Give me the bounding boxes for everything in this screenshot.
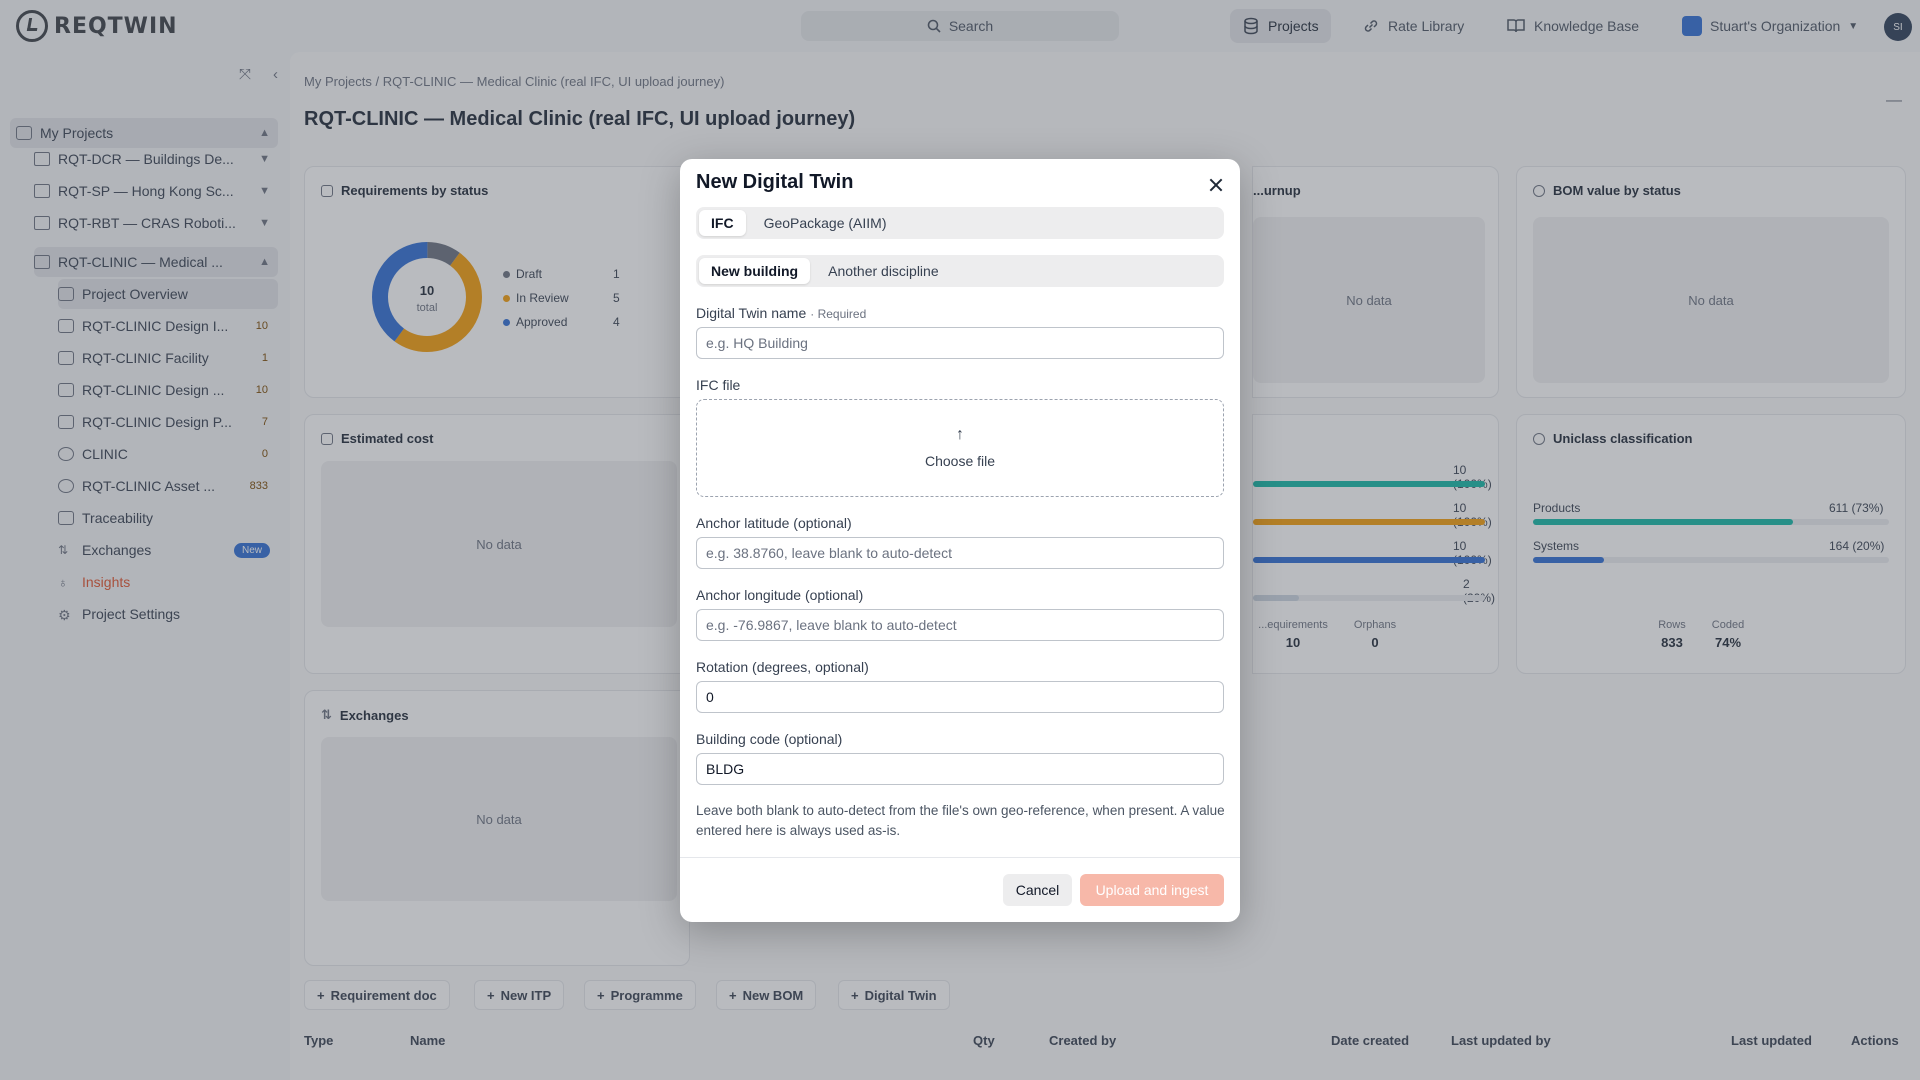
ifc-file-label: IFC file	[696, 377, 741, 393]
ifc-file-dropzone[interactable]: ↑ Choose file	[696, 399, 1224, 497]
new-digital-twin-dialog: New Digital Twin IFC GeoPackage (AIIM) N…	[680, 159, 1240, 922]
dialog-footer-divider	[680, 857, 1240, 858]
upload-arrow-icon: ↑	[956, 426, 964, 443]
upload-and-ingest-button[interactable]: Upload and ingest	[1080, 874, 1224, 906]
digital-twin-name-label: Digital Twin name · Required	[696, 305, 866, 321]
mode-tabs: New building Another discipline	[696, 255, 1224, 287]
anchor-longitude-label: Anchor longitude (optional)	[696, 587, 864, 603]
rotation-input[interactable]	[696, 681, 1224, 713]
required-indicator: · Required	[810, 307, 867, 321]
tab-ifc[interactable]: IFC	[699, 210, 746, 236]
anchor-longitude-input[interactable]	[696, 609, 1224, 641]
close-icon[interactable]	[1206, 175, 1226, 195]
choose-file-label: Choose file	[924, 453, 996, 469]
cancel-button[interactable]: Cancel	[1003, 874, 1072, 906]
tab-new-building[interactable]: New building	[699, 258, 811, 284]
tab-another-discipline[interactable]: Another discipline	[816, 258, 951, 284]
geo-reference-help-text: Leave both blank to auto-detect from the…	[696, 803, 1225, 838]
rotation-label: Rotation (degrees, optional)	[696, 659, 869, 675]
building-code-input[interactable]	[696, 753, 1224, 785]
anchor-latitude-label: Anchor latitude (optional)	[696, 515, 852, 531]
tab-geopackage[interactable]: GeoPackage (AIIM)	[752, 210, 899, 236]
building-code-label: Building code (optional)	[696, 731, 843, 747]
field-label-text: Digital Twin name	[696, 305, 807, 321]
source-type-tabs: IFC GeoPackage (AIIM)	[696, 207, 1224, 239]
digital-twin-name-input[interactable]	[696, 327, 1224, 359]
dialog-title: New Digital Twin	[696, 171, 854, 193]
anchor-latitude-input[interactable]	[696, 537, 1224, 569]
